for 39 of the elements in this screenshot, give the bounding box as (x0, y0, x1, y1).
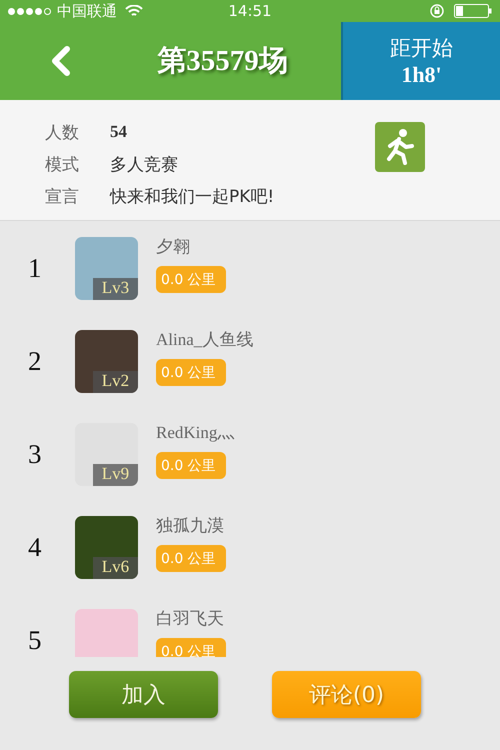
page-title: 第35579场 (156, 44, 289, 79)
carrier-name: 中国联通 (57, 2, 117, 20)
avatar-photo-placeholder[interactable]: Lv6 (75, 516, 138, 579)
signal-icon (8, 8, 51, 14)
player-name: 独孤九漠 (156, 515, 225, 537)
player-name: 白羽飞天 (156, 608, 225, 630)
avatar-photo-placeholder[interactable]: Lv9 (75, 423, 138, 486)
info-label: 模式 (45, 154, 80, 176)
player-name: 夕翱 (156, 236, 191, 258)
join-button[interactable]: 加入 (69, 671, 218, 718)
wifi-icon (125, 4, 143, 18)
countdown-label: 距开始 (390, 35, 453, 62)
level-label: Lv3 (93, 278, 138, 300)
runner-icon[interactable] (375, 122, 425, 172)
distance-badge: 0.0 公里 (156, 266, 226, 293)
battery-icon (454, 4, 492, 18)
level-label: Lv6 (93, 557, 138, 579)
clock-time: 14:51 (228, 2, 272, 20)
rotation-lock-icon (430, 4, 444, 18)
avatar-photo-placeholder[interactable]: Lv3 (75, 237, 138, 300)
rank-number: 1 (27, 253, 42, 284)
info-value: 54 (110, 122, 127, 142)
level-label: Lv2 (93, 371, 138, 393)
rank-number: 3 (27, 439, 42, 470)
level-label: Lv9 (93, 464, 138, 486)
player-name: RedKing灬 (156, 422, 234, 444)
player-name: Alina_人鱼线 (156, 329, 254, 351)
rank-number: 2 (27, 346, 42, 377)
info-label: 人数 (45, 122, 80, 144)
rank-number: 4 (27, 532, 42, 563)
distance-badge: 0.0 公里 (156, 545, 226, 572)
distance-badge: 0.0 公里 (156, 452, 226, 479)
info-value: 快来和我们一起PK吧! (110, 186, 274, 208)
rank-number: 5 (27, 625, 42, 656)
distance-badge: 0.0 公里 (156, 359, 226, 386)
avatar-photo-placeholder[interactable]: Lv2 (75, 330, 138, 393)
countdown-value: 1h8' (401, 62, 442, 88)
info-value: 多人竞赛 (110, 154, 178, 176)
info-label: 宣言 (45, 186, 80, 208)
